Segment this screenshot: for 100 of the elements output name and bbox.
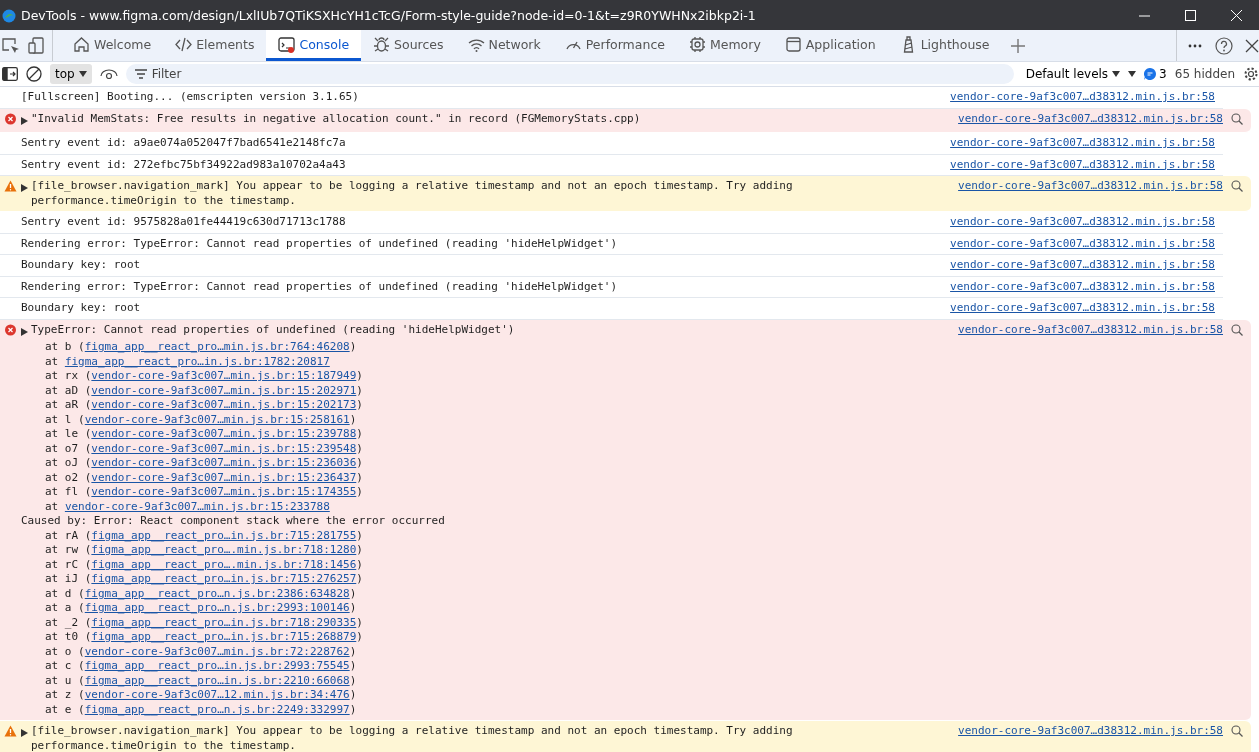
source-link[interactable]: figma_app__react_pro…in.js.br:715:281755: [91, 528, 357, 542]
sidebar-toggle-icon[interactable]: [2, 67, 18, 81]
source-link[interactable]: figma_app__react_pro…in.js.br:2210:66068: [84, 673, 350, 687]
expand-triangle-icon[interactable]: [21, 184, 28, 192]
warning-icon: [4, 179, 17, 193]
source-link[interactable]: vendor-core-9af3c007…d38312.min.js.br:58: [950, 157, 1215, 172]
devtools-tab[interactable]: Performance: [552, 30, 677, 61]
expand-triangle-icon[interactable]: [21, 729, 28, 737]
source-link[interactable]: vendor-core-9af3c007…d38312.min.js.br:58: [950, 258, 1215, 273]
source-link[interactable]: figma_app__react_pro…in.js.br:715:276257: [91, 572, 357, 585]
source-link[interactable]: figma_app__react_pro….min.js.br:718:1280: [91, 543, 357, 556]
expand-triangle-icon[interactable]: [21, 327, 28, 336]
source-link[interactable]: vendor-core-9af3c007…min.js.br:15:174355: [91, 485, 357, 498]
devtools-tab[interactable]: Lighthouse: [887, 30, 1002, 61]
source-link[interactable]: vendor-core-9af3c007…d38312.min.js.br:58: [950, 90, 1215, 105]
source-link[interactable]: vendor-core-9af3c007…min.js.br:15:239788: [91, 427, 357, 440]
search-icon[interactable]: [1231, 180, 1243, 192]
search-icon[interactable]: [1231, 725, 1243, 737]
source-link[interactable]: vendor-core-9af3c007…d38312.min.js.br:58: [950, 215, 1215, 230]
stack-frame-label: ): [356, 615, 363, 629]
browser-logo-icon: [2, 9, 16, 23]
error-icon: [4, 111, 17, 126]
log-message: "Invalid MemStats: Free results in negative allocation count." in record (FGMemoryStats.cpp): [31, 111, 641, 127]
devtools-tab[interactable]: Console: [266, 30, 362, 61]
source-link[interactable]: vendor-core-9af3c007…d38312.min.js.br:58: [958, 111, 1223, 126]
filter-icon: [134, 69, 147, 79]
log-message: [Fullscreen] Booting... (emscripten version 3.1.65): [21, 90, 359, 105]
source-link[interactable]: vendor-core-9af3c007…min.js.br:15:239548: [91, 441, 357, 455]
stack-frame-label: ): [349, 340, 357, 353]
source-link[interactable]: vendor-core-9af3c007…min.js.br:15:202173: [91, 398, 357, 411]
stack-frame-label: ): [349, 601, 357, 614]
log-message: Sentry event id: a9ae074a052047f7bad6541e2148fc7a: [21, 136, 346, 151]
eye-icon[interactable]: [99, 68, 118, 80]
issues-counter[interactable]: 3: [1144, 67, 1167, 81]
dropdown-caret-icon: [78, 71, 87, 77]
source-link[interactable]: figma_app__react_pro….min.js.br:718:1456: [91, 557, 357, 571]
stack-frame-label: ): [356, 456, 363, 469]
stack-frame-label: ): [356, 543, 363, 556]
log-message: [file_browser.navigation_mark] You appear to be logging a relative timestamp and not an epoch timestamp. Try adding performance.timeOrigin to the timestamp.: [31, 179, 794, 208]
source-link[interactable]: vendor-core-9af3c007…d38312.min.js.br:58: [958, 179, 1223, 194]
source-link[interactable]: vendor-core-9af3c007…min.js.br:15:233788: [64, 499, 330, 513]
devtools-tab[interactable]: Application: [772, 30, 888, 61]
search-icon[interactable]: [1231, 323, 1243, 336]
source-link[interactable]: vendor-core-9af3c007…min.js.br:15:236437: [91, 470, 357, 484]
source-link[interactable]: vendor-core-9af3c007…12.min.js.br:34:476: [84, 688, 350, 701]
context-dropdown[interactable]: top: [50, 64, 92, 84]
stack-frame-label: ): [356, 557, 363, 571]
source-link[interactable]: vendor-core-9af3c007…min.js.br:15:202971: [91, 383, 357, 397]
source-link[interactable]: vendor-core-9af3c007…d38312.min.js.br:58: [950, 236, 1215, 251]
stack-frame-label: at e (: [45, 702, 85, 716]
devtools-tab[interactable]: Sources: [361, 30, 456, 61]
source-link[interactable]: figma_app__react_pro…in.js.br:715:268879: [91, 630, 357, 643]
add-tab-icon[interactable]: [1009, 37, 1026, 54]
source-link[interactable]: vendor-core-9af3c007…d38312.min.js.br:58: [950, 301, 1215, 316]
expand-triangle-icon[interactable]: [21, 116, 28, 125]
settings-icon[interactable]: [1243, 66, 1259, 82]
source-link[interactable]: vendor-core-9af3c007…d38312.min.js.br:58: [958, 724, 1223, 739]
stack-frame-label: at a (: [45, 601, 85, 614]
source-link[interactable]: figma_app__react_pro…n.js.br:2993:100146: [84, 601, 350, 614]
log-message: TypeError: Cannot read properties of undefined (reading 'hideHelpWidget'): [31, 322, 515, 338]
stack-frame-label: ): [356, 398, 363, 411]
help-icon[interactable]: [1215, 36, 1233, 55]
source-link[interactable]: vendor-core-9af3c007…d38312.min.js.br:58: [950, 136, 1215, 151]
devtools-tab[interactable]: Memory: [676, 30, 773, 61]
stack-frame-label: at o (: [45, 644, 85, 658]
code-icon: [175, 35, 193, 53]
stack-frame-label: at le (: [45, 427, 92, 440]
source-link[interactable]: figma_app__react_pro…in.js.br:1782:20817: [64, 354, 330, 368]
device-icon[interactable]: [28, 36, 46, 55]
close-icon[interactable]: [1245, 38, 1259, 53]
devtools-tab[interactable]: Network: [455, 30, 553, 61]
devtools-tab[interactable]: Elements: [163, 30, 267, 61]
source-link[interactable]: vendor-core-9af3c007…min.js.br:15:236036: [91, 456, 357, 469]
source-link[interactable]: figma_app__react_pro…min.js.br:764:46208: [84, 340, 350, 353]
search-icon[interactable]: [1231, 112, 1243, 125]
stack-frame-label: ): [349, 688, 357, 701]
source-link[interactable]: figma_app__react_pro…n.js.br:2249:332997: [84, 702, 350, 716]
source-link[interactable]: vendor-core-9af3c007…d38312.min.js.br:58: [950, 279, 1215, 294]
source-link[interactable]: vendor-core-9af3c007…min.js.br:72:228762: [84, 644, 350, 658]
source-link[interactable]: vendor-core-9af3c007…min.js.br:15:187949: [91, 369, 357, 382]
stack-frame-label: at l (: [45, 412, 85, 426]
house-icon: [73, 35, 90, 53]
filter-field[interactable]: Filter: [125, 64, 1014, 84]
stack-frame-label: at rw (: [45, 543, 92, 556]
stack-frame-label: at t0 (: [45, 630, 92, 643]
source-link[interactable]: figma_app__react_pro…n.js.br:2386:634828: [84, 586, 350, 600]
stack-frame-label: ): [356, 485, 363, 498]
message-bubble-icon: [1144, 68, 1157, 80]
source-link[interactable]: vendor-core-9af3c007…d38312.min.js.br:58: [958, 322, 1223, 337]
source-link[interactable]: vendor-core-9af3c007…min.js.br:15:258161: [84, 412, 350, 426]
devtools-tab[interactable]: Welcome: [61, 30, 164, 61]
stack-frame-label: ): [349, 659, 357, 672]
source-link[interactable]: figma_app__react_pro…in.js.br:718:290335: [91, 615, 357, 629]
stack-frame-label: ): [349, 702, 357, 716]
source-link[interactable]: figma_app__react_pro…in.js.br:2993:75545: [84, 659, 350, 672]
stack-frame-label: at d (: [45, 586, 85, 600]
stack-frame-label: at rx (: [45, 369, 92, 382]
inspect-icon[interactable]: [2, 36, 20, 55]
levels-dropdown[interactable]: Default levels: [1025, 67, 1121, 81]
clear-console-icon[interactable]: [26, 66, 42, 82]
